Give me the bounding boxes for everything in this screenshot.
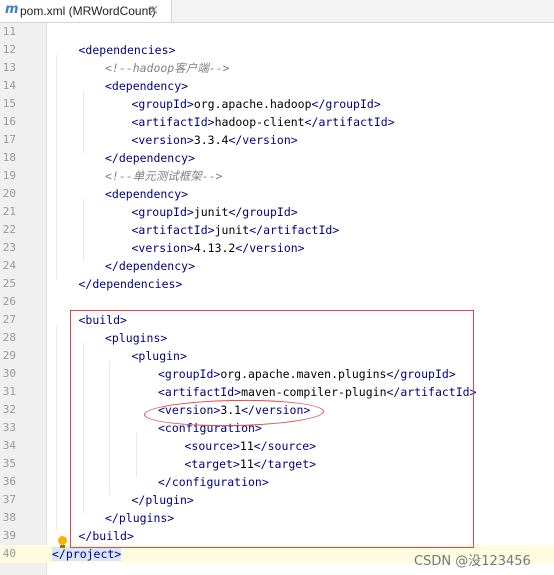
xml-tag: </artifactId>: [304, 115, 395, 129]
line-number: 17: [2, 133, 16, 146]
editor-tab-bar: m pom.xml (MRWordCount) ×: [0, 0, 554, 23]
xml-tag: <dependency>: [105, 187, 189, 201]
code-line[interactable]: 26: [0, 293, 554, 311]
tab-pom-xml[interactable]: m pom.xml (MRWordCount) ×: [0, 0, 172, 22]
line-number: 21: [2, 205, 16, 218]
line-number: 14: [2, 79, 16, 92]
line-number: 30: [2, 367, 16, 380]
line-number: 26: [2, 295, 16, 308]
code-text: <!--hadoop客户端-->: [105, 59, 230, 77]
code-line[interactable]: 25 </dependencies>: [0, 275, 554, 293]
code-text: <dependency>: [105, 77, 188, 95]
xml-tag: </version>: [235, 241, 305, 255]
line-number: 28: [2, 331, 16, 344]
tab-label: pom.xml (MRWordCount): [20, 4, 156, 18]
code-text: <groupId>org.apache.hadoop</groupId>: [132, 95, 381, 113]
xml-tag: <version>: [131, 241, 194, 255]
lightbulb-base: [60, 545, 65, 548]
line-number: 29: [2, 349, 16, 362]
code-text: <version>4.13.2</version>: [132, 239, 305, 257]
code-text: <groupId>junit</groupId>: [132, 203, 298, 221]
code-text: <artifactId>hadoop-client</artifactId>: [132, 113, 395, 131]
line-number: 20: [2, 187, 16, 200]
xml-value: 3.3.4: [193, 133, 229, 147]
xml-value: 4.13.2: [193, 241, 236, 255]
code-line[interactable]: 11: [0, 23, 554, 41]
xml-tag: </groupId>: [228, 205, 298, 219]
xml-tag: <dependency>: [105, 79, 189, 93]
line-number: 24: [2, 259, 16, 272]
indent-guide: [56, 55, 57, 279]
line-number: 37: [2, 493, 16, 506]
line-number: 39: [2, 529, 16, 542]
code-line[interactable]: 19 <!--单元测试框架-->: [0, 167, 554, 185]
xml-tag: <groupId>: [131, 97, 194, 111]
line-number: 18: [2, 151, 16, 164]
maven-file-icon: m: [5, 2, 19, 17]
line-number: 12: [2, 43, 16, 56]
code-text: </dependencies>: [79, 275, 183, 293]
line-number: 35: [2, 457, 16, 470]
xml-tag: <artifactId>: [131, 223, 215, 237]
line-number: 32: [2, 403, 16, 416]
build-section-highlight-box: [70, 310, 474, 548]
line-number: 22: [2, 223, 16, 236]
xml-tag: </project>: [52, 547, 122, 561]
xml-tag: <groupId>: [131, 205, 194, 219]
xml-value: junit: [214, 223, 250, 237]
indent-guide: [82, 199, 84, 261]
code-line[interactable]: 13 <!--hadoop客户端-->: [0, 59, 554, 77]
code-text: <artifactId>junit</artifactId>: [132, 221, 340, 239]
watermark: CSDN @没123456: [414, 554, 531, 569]
line-number: 15: [2, 97, 16, 110]
xml-value: junit: [193, 205, 229, 219]
xml-tag: </dependency>: [105, 151, 196, 165]
line-number: 34: [2, 439, 16, 452]
xml-value: hadoop-client: [214, 115, 305, 129]
xml-tag: </groupId>: [311, 97, 381, 111]
line-number: 27: [2, 313, 16, 326]
code-text: <dependency>: [105, 185, 188, 203]
xml-comment: <!--单元测试框架-->: [105, 169, 223, 183]
close-tab-icon[interactable]: ×: [148, 3, 159, 18]
xml-tag: </dependencies>: [78, 277, 183, 291]
line-number: 25: [2, 277, 16, 290]
code-text: <version>3.3.4</version>: [132, 131, 298, 149]
xml-tag: </artifactId>: [249, 223, 340, 237]
line-number: 31: [2, 385, 16, 398]
xml-value: org.apache.hadoop: [193, 97, 312, 111]
xml-comment: <!--hadoop客户端-->: [105, 61, 230, 75]
line-number: 33: [2, 421, 16, 434]
xml-tag: <version>: [131, 133, 194, 147]
xml-tag: <dependencies>: [78, 43, 176, 57]
line-number: 40: [2, 547, 16, 560]
code-text: </dependency>: [105, 149, 195, 167]
xml-tag: </version>: [228, 133, 298, 147]
lightbulb-icon[interactable]: [58, 536, 67, 545]
indent-guide: [82, 91, 84, 153]
line-number: 16: [2, 115, 16, 128]
xml-tag: <artifactId>: [131, 115, 215, 129]
line-number: 38: [2, 511, 16, 524]
line-number: 36: [2, 475, 16, 488]
line-number: 13: [2, 61, 16, 74]
line-number: 11: [2, 25, 16, 38]
code-text: </dependency>: [105, 257, 195, 275]
indent-guide: [56, 325, 57, 531]
xml-tag: </dependency>: [105, 259, 196, 273]
line-number: 23: [2, 241, 16, 254]
line-number: 19: [2, 169, 16, 182]
code-text: <dependencies>: [79, 41, 176, 59]
code-text: <!--单元测试框架-->: [105, 167, 222, 185]
code-line[interactable]: 12 <dependencies>: [0, 41, 554, 59]
